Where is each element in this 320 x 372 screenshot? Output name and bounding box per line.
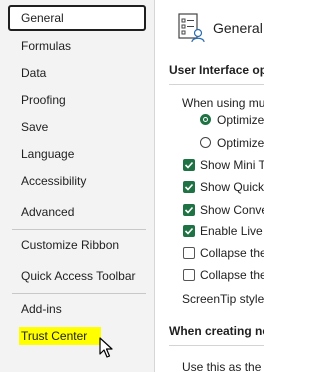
screentip-style-label: ScreenTip style:	[182, 292, 264, 306]
general-settings-icon	[178, 13, 205, 43]
nav-item-label: Advanced	[21, 205, 75, 219]
nav-item-label: Data	[21, 66, 47, 80]
radio-optimize-compatibility[interactable]	[200, 137, 211, 148]
nav-item-label: Formulas	[21, 39, 72, 53]
nav-item-label: Customize Ribbon	[21, 238, 120, 252]
nav-item-label: Accessibility	[21, 174, 87, 188]
checkbox-live-preview[interactable]	[183, 225, 195, 237]
section-heading-ui: User Interface op	[169, 63, 264, 77]
nav-separator	[12, 293, 146, 294]
nav-item-trust-center[interactable]: Trust Center	[8, 323, 146, 349]
page-title: General	[213, 20, 263, 36]
checkbox-mini-toolbar[interactable]	[183, 159, 195, 171]
nav-item-proofing[interactable]: Proofing	[8, 87, 146, 113]
checkbox-quick-analysis[interactable]	[183, 181, 195, 193]
section-divider	[169, 84, 264, 85]
nav-item-label: General	[21, 11, 64, 25]
section-divider	[169, 345, 264, 346]
checkmark-icon	[184, 227, 194, 235]
nav-item-accessibility[interactable]: Accessibility	[8, 168, 146, 194]
checkbox-label: Show Quick	[200, 180, 264, 194]
nav-item-label: Proofing	[21, 93, 66, 107]
checkbox-label: Collapse the	[200, 268, 264, 282]
radio-label: Optimize	[217, 113, 264, 127]
checkbox-label: Show Conve	[200, 203, 264, 217]
mouse-cursor-icon	[99, 337, 113, 358]
nav-item-save[interactable]: Save	[8, 114, 146, 140]
nav-item-quick-access-toolbar[interactable]: Quick Access Toolbar	[8, 263, 146, 289]
nav-item-formulas[interactable]: Formulas	[8, 33, 146, 59]
nav-item-label: Language	[21, 147, 75, 161]
checkbox-label: Enable Live	[200, 224, 263, 238]
options-nav-pane: General Formulas Data Proofing Save Lang…	[0, 0, 155, 372]
checkmark-icon	[184, 206, 194, 214]
checkmark-icon	[184, 183, 194, 191]
nav-item-label: Save	[21, 120, 49, 134]
checkbox-label: Collapse the	[200, 246, 264, 260]
when-using-label: When using mu	[182, 96, 264, 110]
nav-item-label: Add-ins	[21, 302, 62, 316]
nav-item-data[interactable]: Data	[8, 60, 146, 86]
checkbox-convert-data[interactable]	[183, 204, 195, 216]
nav-item-add-ins[interactable]: Add-ins	[8, 296, 146, 322]
nav-item-label: Quick Access Toolbar	[21, 269, 136, 283]
nav-item-language[interactable]: Language	[8, 141, 146, 167]
checkbox-collapse-ribbon[interactable]	[183, 247, 195, 259]
general-options-panel: General User Interface op When using mu …	[155, 0, 264, 372]
nav-item-customize-ribbon[interactable]: Customize Ribbon	[8, 232, 146, 258]
checkbox-collapse-search[interactable]	[183, 269, 195, 281]
nav-item-general[interactable]: General	[8, 5, 146, 31]
checkbox-label: Show Mini T	[200, 158, 264, 172]
nav-separator	[12, 229, 146, 230]
nav-item-advanced[interactable]: Advanced	[8, 199, 146, 225]
nav-item-label: Trust Center	[19, 327, 102, 345]
section-heading-new-workbooks: When creating ne	[169, 324, 264, 338]
use-this-as-default-label: Use this as the d	[182, 360, 264, 372]
radio-optimize-appearance[interactable]	[200, 114, 211, 125]
radio-label: Optimize	[217, 136, 264, 150]
checkmark-icon	[184, 161, 194, 169]
